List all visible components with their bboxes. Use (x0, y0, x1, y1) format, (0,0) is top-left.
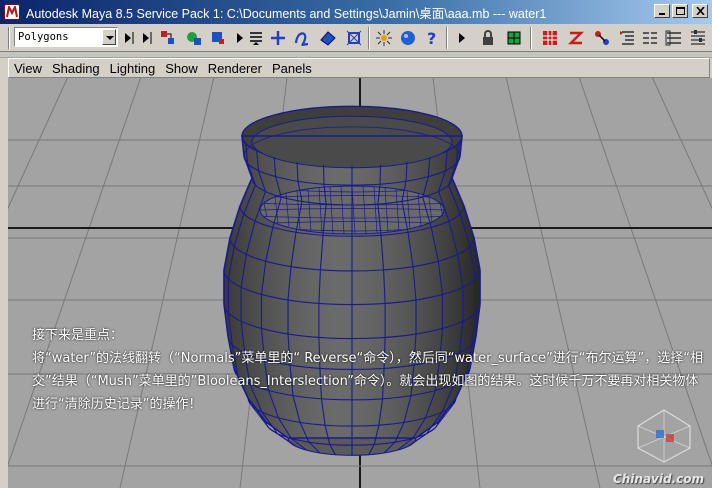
watermark-text: Chinavid.com (612, 472, 704, 486)
close-button[interactable] (692, 4, 708, 18)
outliner-icon[interactable] (618, 28, 638, 48)
close-icon (696, 7, 705, 15)
perspective-viewport[interactable]: 接下来是重点： 将“water”的法线翻转（“Normals”菜单里的“ Rev… (8, 78, 712, 488)
window-title: Autodesk Maya 8.5 Service Pack 1: C:\Doc… (26, 6, 547, 21)
menu-lighting[interactable]: Lighting (105, 61, 161, 76)
hypergraph-icon[interactable] (540, 28, 560, 48)
snap-view-plane-icon[interactable] (344, 28, 364, 48)
maya-logo-icon (4, 4, 20, 20)
tool-settings-icon[interactable] (688, 28, 708, 48)
collapse-arrow-icon[interactable] (138, 28, 158, 48)
channel-box-icon[interactable] (664, 28, 684, 48)
maximize-button[interactable] (672, 4, 688, 18)
status-line-toolbar: Polygons ? (0, 24, 712, 52)
menu-view[interactable]: View (9, 61, 47, 76)
svg-text:?: ? (427, 29, 436, 47)
menu-shading[interactable]: Shading (47, 61, 105, 76)
minimize-button[interactable] (654, 4, 670, 18)
caption-body: 将“water”的法线翻转（“Normals”菜单里的“ Reverse“命令）… (32, 351, 703, 412)
maximize-icon (676, 7, 685, 15)
help-icon[interactable]: ? (422, 28, 442, 48)
ipr-icon[interactable] (398, 28, 418, 48)
collapse-arrow-icon[interactable] (454, 28, 474, 48)
layout-icon[interactable] (504, 28, 524, 48)
tutorial-caption: 接下来是重点： 将“water”的法线翻转（“Normals”菜单里的“ Rev… (32, 324, 704, 416)
title-bar: Autodesk Maya 8.5 Service Pack 1: C:\Doc… (0, 0, 712, 24)
snap-point-icon[interactable] (268, 28, 288, 48)
menu-set-select[interactable]: Polygons (14, 27, 118, 47)
snap-surface-icon[interactable] (318, 28, 338, 48)
snap-grid-icon[interactable] (246, 28, 266, 48)
menu-show[interactable]: Show (160, 61, 203, 76)
menu-panels[interactable]: Panels (267, 61, 317, 76)
chevron-down-icon[interactable] (102, 29, 116, 45)
menu-renderer[interactable]: Renderer (203, 61, 267, 76)
attribute-icon[interactable] (640, 28, 660, 48)
connection-icon[interactable] (592, 28, 612, 48)
snap-curve-icon[interactable] (292, 28, 312, 48)
select-by-object-icon[interactable] (184, 28, 204, 48)
minimize-icon (659, 13, 665, 15)
hypershade-icon[interactable] (566, 28, 586, 48)
watermark-logo (637, 409, 691, 463)
left-rail (0, 58, 8, 488)
viewport-scene (8, 78, 712, 488)
render-icon[interactable] (374, 28, 394, 48)
select-by-hierarchy-icon[interactable] (158, 28, 178, 48)
menu-set-value: Polygons (18, 31, 69, 43)
select-by-component-icon[interactable] (208, 28, 228, 48)
panel-menu-bar: View Shading Lighting Show Renderer Pane… (8, 58, 710, 78)
lock-icon[interactable] (478, 28, 498, 48)
caption-heading: 接下来是重点： (32, 328, 124, 343)
collapse-arrow-icon[interactable] (120, 28, 140, 48)
